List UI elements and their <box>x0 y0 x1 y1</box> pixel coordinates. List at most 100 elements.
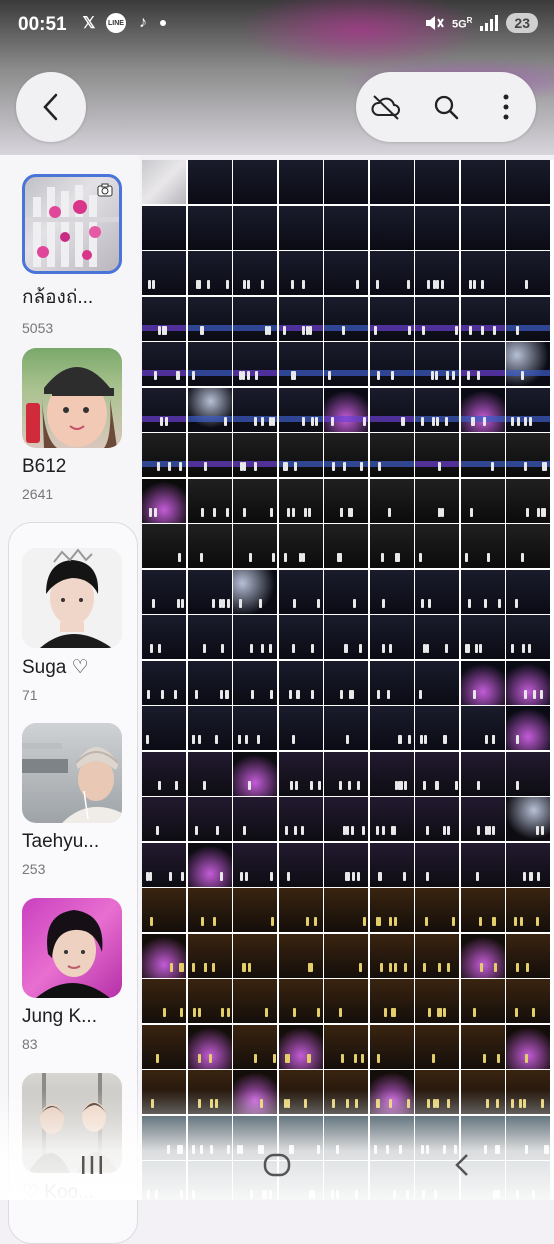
photo-thumbnail[interactable] <box>324 660 368 705</box>
photo-thumbnail[interactable] <box>415 888 459 932</box>
photo-thumbnail[interactable] <box>278 615 323 659</box>
photo-thumbnail[interactable] <box>278 387 323 432</box>
photo-thumbnail[interactable] <box>142 251 186 295</box>
photo-thumbnail[interactable] <box>187 387 232 432</box>
photo-thumbnail[interactable] <box>369 251 414 295</box>
photo-thumbnail[interactable] <box>415 569 459 614</box>
photo-thumbnail[interactable] <box>324 524 368 568</box>
photo-thumbnail[interactable] <box>233 524 277 568</box>
photo-thumbnail[interactable] <box>324 569 368 614</box>
photo-thumbnail[interactable] <box>142 160 186 204</box>
photo-thumbnail[interactable] <box>506 888 550 932</box>
photo-thumbnail[interactable] <box>324 933 368 978</box>
photo-thumbnail[interactable] <box>324 342 368 386</box>
photo-thumbnail[interactable] <box>278 1024 323 1069</box>
album-taehyung[interactable]: Taehyu... 253 <box>22 723 122 877</box>
photo-thumbnail[interactable] <box>142 706 186 750</box>
photo-thumbnail[interactable] <box>233 251 277 295</box>
photo-thumbnail[interactable] <box>142 1024 186 1069</box>
photo-thumbnail[interactable] <box>415 933 459 978</box>
photo-thumbnail[interactable] <box>369 387 414 432</box>
photo-thumbnail[interactable] <box>460 296 505 341</box>
photo-thumbnail[interactable] <box>278 569 323 614</box>
photo-thumbnail[interactable] <box>324 706 368 750</box>
photo-thumbnail[interactable] <box>369 524 414 568</box>
photo-thumbnail[interactable] <box>506 342 550 386</box>
more-options-button[interactable] <box>486 87 526 127</box>
photo-thumbnail[interactable] <box>142 979 186 1023</box>
photo-thumbnail[interactable] <box>142 433 186 477</box>
photo-thumbnail[interactable] <box>142 797 186 841</box>
photo-thumbnail[interactable] <box>324 615 368 659</box>
photo-thumbnail[interactable] <box>278 160 323 204</box>
photo-thumbnail[interactable] <box>187 979 232 1023</box>
photo-thumbnail[interactable] <box>506 569 550 614</box>
photo-thumbnail[interactable] <box>278 660 323 705</box>
photo-thumbnail[interactable] <box>460 751 505 796</box>
photo-thumbnail[interactable] <box>506 751 550 796</box>
photo-thumbnail[interactable] <box>233 1024 277 1069</box>
photo-thumbnail[interactable] <box>278 797 323 841</box>
photo-thumbnail[interactable] <box>233 615 277 659</box>
photo-thumbnail[interactable] <box>187 524 232 568</box>
photo-thumbnail[interactable] <box>460 433 505 477</box>
photo-thumbnail[interactable] <box>369 979 414 1023</box>
photo-thumbnail[interactable] <box>460 933 505 978</box>
photo-thumbnail[interactable] <box>233 433 277 477</box>
photo-thumbnail[interactable] <box>506 524 550 568</box>
photo-thumbnail[interactable] <box>187 706 232 750</box>
photo-thumbnail[interactable] <box>278 296 323 341</box>
photo-thumbnail[interactable] <box>460 797 505 841</box>
photo-thumbnail[interactable] <box>506 933 550 978</box>
photo-thumbnail[interactable] <box>142 478 186 523</box>
photo-thumbnail[interactable] <box>278 979 323 1023</box>
photo-thumbnail[interactable] <box>369 751 414 796</box>
photo-thumbnail[interactable] <box>142 615 186 659</box>
photo-grid[interactable] <box>142 160 554 1200</box>
photo-thumbnail[interactable] <box>324 888 368 932</box>
photo-thumbnail[interactable] <box>415 706 459 750</box>
photo-thumbnail[interactable] <box>233 160 277 204</box>
photo-thumbnail[interactable] <box>460 205 505 250</box>
photo-thumbnail[interactable] <box>142 342 186 386</box>
recents-button[interactable] <box>62 1154 122 1176</box>
photo-thumbnail[interactable] <box>460 888 505 932</box>
photo-thumbnail[interactable] <box>142 296 186 341</box>
photo-thumbnail[interactable] <box>415 797 459 841</box>
photo-thumbnail[interactable] <box>506 296 550 341</box>
photo-thumbnail[interactable] <box>278 706 323 750</box>
photo-thumbnail[interactable] <box>506 433 550 477</box>
photo-thumbnail[interactable] <box>506 160 550 204</box>
photo-thumbnail[interactable] <box>506 1024 550 1069</box>
photo-thumbnail[interactable] <box>369 660 414 705</box>
photo-thumbnail[interactable] <box>506 979 550 1023</box>
photo-thumbnail[interactable] <box>278 478 323 523</box>
photo-thumbnail[interactable] <box>369 706 414 750</box>
photo-thumbnail[interactable] <box>369 433 414 477</box>
photo-thumbnail[interactable] <box>187 842 232 887</box>
photo-thumbnail[interactable] <box>324 433 368 477</box>
photo-thumbnail[interactable] <box>369 1024 414 1069</box>
photo-thumbnail[interactable] <box>187 751 232 796</box>
photo-thumbnail[interactable] <box>506 205 550 250</box>
photo-thumbnail[interactable] <box>506 387 550 432</box>
photo-thumbnail[interactable] <box>187 205 232 250</box>
search-button[interactable] <box>426 87 466 127</box>
photo-thumbnail[interactable] <box>324 387 368 432</box>
photo-thumbnail[interactable] <box>278 524 323 568</box>
photo-thumbnail[interactable] <box>233 979 277 1023</box>
photo-thumbnail[interactable] <box>233 205 277 250</box>
photo-thumbnail[interactable] <box>324 797 368 841</box>
photo-thumbnail[interactable] <box>460 842 505 887</box>
photo-thumbnail[interactable] <box>415 842 459 887</box>
photo-thumbnail[interactable] <box>415 205 459 250</box>
photo-thumbnail[interactable] <box>369 569 414 614</box>
photo-thumbnail[interactable] <box>233 342 277 386</box>
photo-thumbnail[interactable] <box>142 660 186 705</box>
home-button[interactable] <box>247 1153 307 1177</box>
photo-thumbnail[interactable] <box>324 296 368 341</box>
photo-thumbnail[interactable] <box>415 160 459 204</box>
photo-thumbnail[interactable] <box>142 205 186 250</box>
photo-thumbnail[interactable] <box>369 842 414 887</box>
photo-thumbnail[interactable] <box>187 569 232 614</box>
